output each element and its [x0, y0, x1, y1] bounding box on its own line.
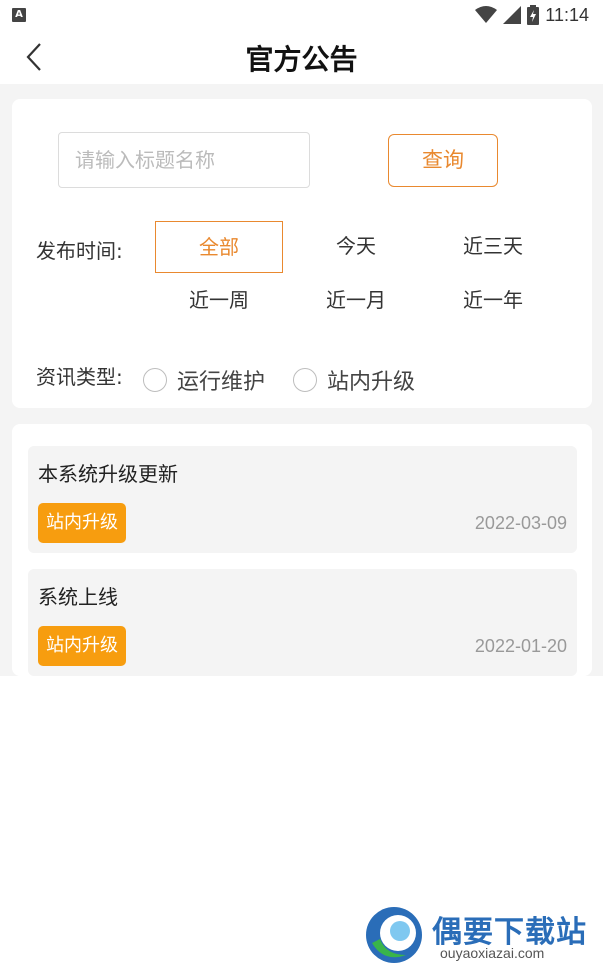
radio-label: 运行维护 [177, 370, 266, 395]
search-input[interactable]: 请输入标题名称 [58, 132, 310, 188]
item-date: 2022-03-09 [474, 513, 567, 533]
publish-time-label: 发布时间: [36, 239, 123, 263]
radio-circle-icon[interactable] [143, 368, 167, 392]
type-radio-upgrade[interactable]: 站内升级 [293, 364, 415, 396]
page-title: 官方公告 [245, 43, 358, 76]
battery-icon [527, 5, 540, 25]
signal-icon [503, 6, 522, 24]
time-option-year[interactable]: 近一年 [429, 275, 557, 327]
type-radio-maintenance[interactable]: 运行维护 [143, 364, 265, 396]
list-item[interactable]: 系统上线 站内升级 2022-01-20 [28, 569, 577, 676]
time-option-week[interactable]: 近一周 [155, 275, 283, 327]
search-button[interactable]: 查询 [388, 134, 498, 187]
notification-icon: A [12, 8, 26, 22]
info-type-label: 资讯类型: [36, 365, 123, 389]
list-item[interactable]: 本系统升级更新 站内升级 2022-03-09 [28, 446, 577, 553]
item-title: 本系统升级更新 [38, 462, 178, 486]
item-date: 2022-01-20 [474, 636, 567, 656]
time-option-3days[interactable]: 近三天 [429, 221, 557, 273]
time-option-all[interactable]: 全部 [155, 221, 283, 273]
radio-label: 站内升级 [327, 370, 416, 395]
time-option-today[interactable]: 今天 [292, 221, 420, 273]
item-title: 系统上线 [38, 585, 118, 609]
wifi-icon [475, 6, 498, 23]
watermark-url: ouyaoxiazai.com [440, 945, 545, 961]
category-badge: 站内升级 [38, 503, 126, 543]
watermark: 偶要下载站 ouyaoxiazai.com [362, 903, 602, 967]
watermark-logo-icon [366, 907, 422, 963]
category-badge: 站内升级 [38, 626, 126, 666]
clock: 11:14 [545, 4, 589, 25]
app-header: 官方公告 [0, 30, 603, 84]
radio-circle-icon[interactable] [293, 368, 317, 392]
time-option-month[interactable]: 近一月 [292, 275, 420, 327]
status-bar: A 11:14 [0, 0, 603, 30]
